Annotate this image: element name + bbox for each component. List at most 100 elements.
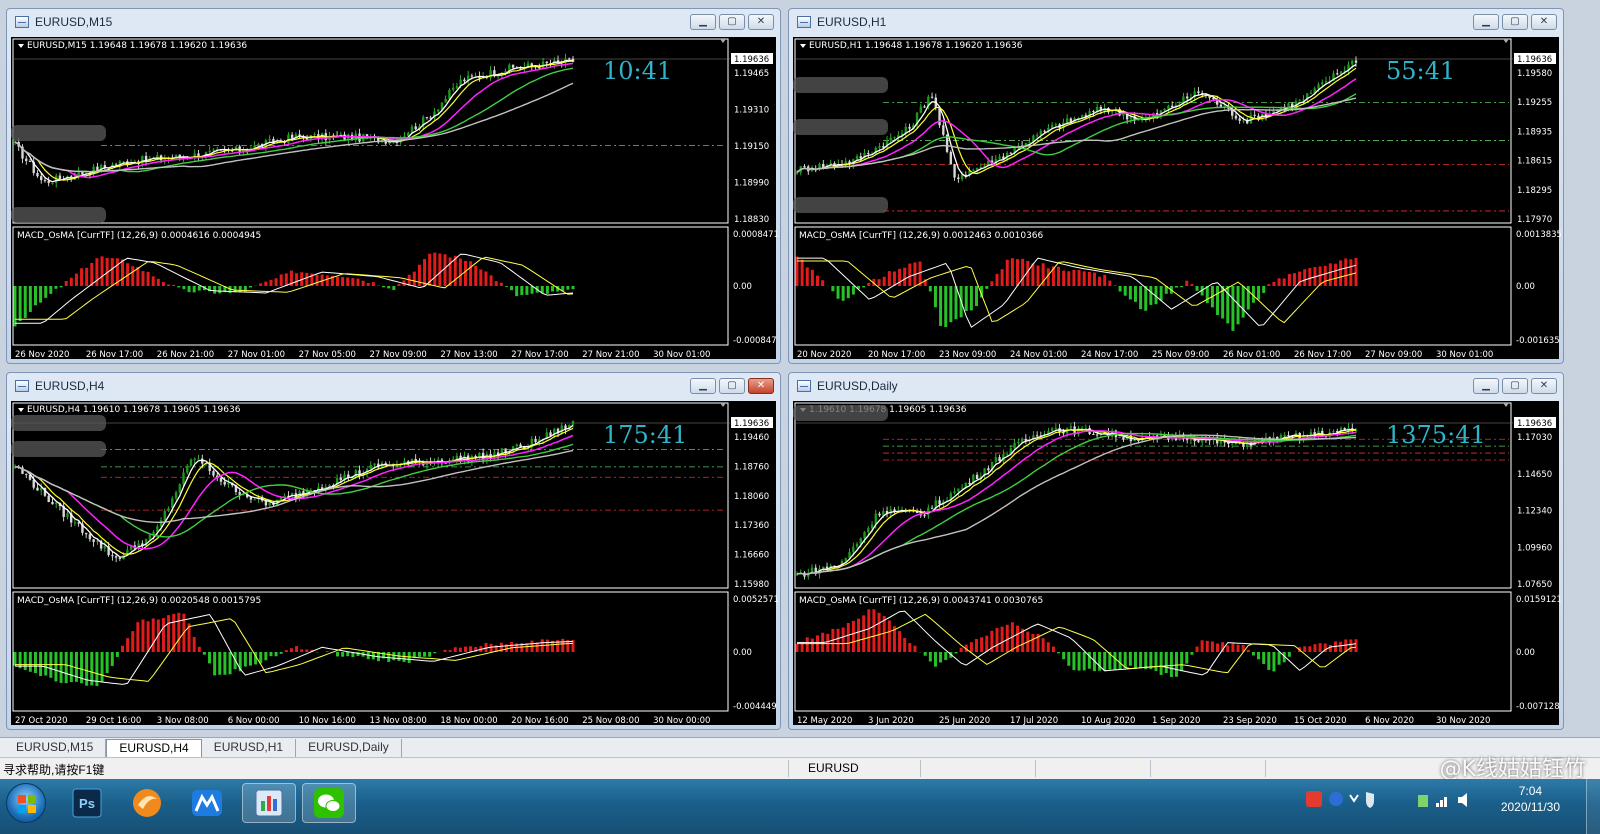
tab-eurusd-daily[interactable]: EURUSD,Daily xyxy=(296,739,402,757)
candle-body xyxy=(40,176,43,181)
macd-bar xyxy=(264,281,268,286)
wechat-icon xyxy=(314,788,344,818)
title-bar[interactable]: EURUSD,M15 ▁ ▢ ✕ xyxy=(7,9,780,35)
system-clock[interactable]: 7:04 2020/11/30 xyxy=(1501,783,1560,815)
candle-body xyxy=(1020,438,1024,442)
candle-body xyxy=(470,75,474,77)
macd-bar xyxy=(218,652,222,675)
macd-tick-label: -0.007128 xyxy=(1516,702,1560,712)
macd-pane-border xyxy=(794,591,1512,712)
candle-body xyxy=(852,546,855,553)
chart-area[interactable]: EURUSD,H4 1.19610 1.19678 1.19605 1.1963… xyxy=(11,401,778,727)
network-icon[interactable] xyxy=(1418,795,1428,807)
candle-body xyxy=(51,183,54,185)
macd-bar xyxy=(1000,269,1004,286)
candle-body xyxy=(436,109,440,112)
macd-bar xyxy=(397,284,401,286)
maximize-button[interactable]: ▢ xyxy=(1502,378,1528,394)
macd-bar xyxy=(85,267,89,286)
sogou-ime-icon[interactable] xyxy=(1306,791,1322,807)
candle-body xyxy=(908,126,911,129)
close-button[interactable]: ✕ xyxy=(748,14,774,30)
chart-window-h1[interactable]: EURUSD,H1 ▁ ▢ ✕ EURUSD,H1 1.19648 1.1967… xyxy=(788,8,1564,364)
chevron-down-icon[interactable] xyxy=(18,44,24,48)
chart-window-daily[interactable]: EURUSD,Daily ▁ ▢ ✕ 1.19610 1.19678 1.196… xyxy=(788,372,1564,730)
chart-area[interactable]: EURUSD,M15 1.19648 1.19678 1.19620 1.196… xyxy=(11,37,778,361)
time-axis-label: 15 Oct 2020 xyxy=(1294,716,1347,726)
obscured-label xyxy=(11,207,106,223)
taskbar-app-browser[interactable] xyxy=(120,783,174,823)
candle-timer: 1375:41 xyxy=(1386,421,1486,449)
maximize-button[interactable]: ▢ xyxy=(719,14,745,30)
close-button[interactable]: ✕ xyxy=(1531,14,1557,30)
title-bar[interactable]: EURUSD,H1 ▁ ▢ ✕ xyxy=(789,9,1563,35)
price-tick-label: 1.18830 xyxy=(734,215,769,225)
tab-eurusd-m15[interactable]: EURUSD,M15 xyxy=(4,739,107,757)
macd-bar xyxy=(469,646,473,652)
time-axis-label: 26 Nov 21:00 xyxy=(157,350,214,360)
candle-body xyxy=(1005,454,1009,456)
macd-bar xyxy=(243,652,247,667)
start-button[interactable] xyxy=(6,783,46,823)
chart-area[interactable]: EURUSD,H1 1.19648 1.19678 1.19620 1.1963… xyxy=(793,37,1561,361)
signal-icon[interactable] xyxy=(1436,803,1439,807)
chart-window-h4[interactable]: EURUSD,H4 ▁ ▢ ✕ EURUSD,H4 1.19610 1.1967… xyxy=(6,372,781,730)
candle-body xyxy=(1321,82,1324,85)
candle-body xyxy=(451,87,455,90)
tab-eurusd-h1[interactable]: EURUSD,H1 xyxy=(202,739,297,757)
help-icon[interactable] xyxy=(1329,792,1343,806)
price-chart[interactable]: EURUSD,M15 1.19648 1.19678 1.19620 1.196… xyxy=(11,37,778,361)
macd-bar xyxy=(167,615,171,652)
taskbar-app-m[interactable] xyxy=(180,783,234,823)
chart-area[interactable]: 1.19610 1.19678 1.19605 1.19636MACD_OsMA… xyxy=(793,401,1561,727)
macd-bar xyxy=(458,258,462,286)
show-desktop-button[interactable] xyxy=(1586,779,1600,834)
macd-bar xyxy=(1267,284,1271,286)
macd-bar xyxy=(1216,286,1220,315)
candle-body xyxy=(36,487,39,491)
minimize-button[interactable]: ▁ xyxy=(690,14,716,30)
status-symbol: EURUSD xyxy=(808,761,859,775)
macd-bar xyxy=(494,281,498,286)
macd-bar xyxy=(898,268,902,286)
chevron-down-icon[interactable] xyxy=(800,44,806,48)
price-chart[interactable]: EURUSD,H4 1.19610 1.19678 1.19605 1.1963… xyxy=(11,401,778,727)
price-chart[interactable]: EURUSD,H1 1.19648 1.19678 1.19620 1.1963… xyxy=(793,37,1561,361)
macd-bar xyxy=(836,286,840,299)
maximize-button[interactable]: ▢ xyxy=(1502,14,1528,30)
macd-bar xyxy=(1313,644,1317,652)
maximize-button[interactable]: ▢ xyxy=(719,378,745,394)
taskbar-app-wechat[interactable] xyxy=(302,783,356,823)
taskbar-app-photoshop[interactable]: Ps xyxy=(60,783,114,823)
candle-body xyxy=(923,106,926,108)
tab-eurusd-h4[interactable]: EURUSD,H4 xyxy=(106,739,202,757)
close-button[interactable]: ✕ xyxy=(748,378,774,394)
macd-bar xyxy=(443,649,447,652)
macd-bar xyxy=(95,258,99,286)
minimize-button[interactable]: ▁ xyxy=(1473,14,1499,30)
minimize-button[interactable]: ▁ xyxy=(1473,378,1499,394)
close-button[interactable]: ✕ xyxy=(1531,378,1557,394)
chevron-down-icon[interactable] xyxy=(18,408,24,412)
candle-body xyxy=(410,126,414,133)
title-bar[interactable]: EURUSD,H4 ▁ ▢ ✕ xyxy=(7,373,780,399)
macd-bar xyxy=(1190,652,1194,655)
chart-window-m15[interactable]: EURUSD,M15 ▁ ▢ ✕ EURUSD,M15 1.19648 1.19… xyxy=(6,8,781,364)
taskbar-app-metatrader[interactable] xyxy=(242,783,296,823)
title-bar[interactable]: EURUSD,Daily ▁ ▢ ✕ xyxy=(789,373,1563,399)
macd-legend: MACD_OsMA [CurrTF] (12,26,9) 0.0004616 0… xyxy=(17,231,261,241)
chart-shift-marker xyxy=(1503,39,1509,43)
chevron-down-icon[interactable] xyxy=(1349,794,1359,803)
candle-body xyxy=(979,167,983,169)
shield-icon[interactable] xyxy=(1366,792,1374,808)
time-axis-label: 30 Nov 01:00 xyxy=(1436,350,1493,360)
minimize-button[interactable]: ▁ xyxy=(690,378,716,394)
candle-timer: 175:41 xyxy=(603,421,687,449)
candle-body xyxy=(1238,118,1241,121)
candle-body xyxy=(313,134,316,136)
price-tick-label: 1.19310 xyxy=(734,106,769,116)
obscured-label xyxy=(793,197,888,213)
price-chart[interactable]: 1.19610 1.19678 1.19605 1.19636MACD_OsMA… xyxy=(793,401,1561,727)
clock-time: 7:04 xyxy=(1518,784,1543,798)
volume-icon[interactable] xyxy=(1458,793,1467,807)
